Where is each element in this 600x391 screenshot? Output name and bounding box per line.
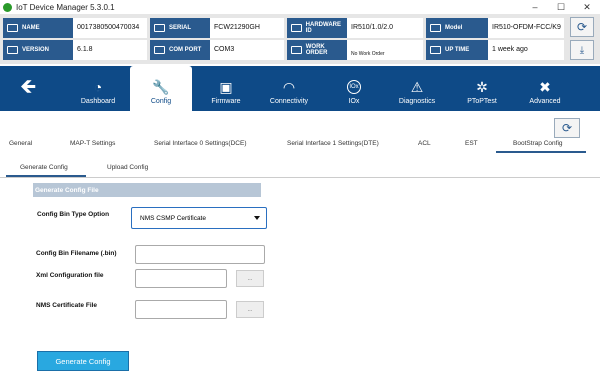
uptime-value: 1 week ago bbox=[488, 40, 564, 60]
filename-label: Config Bin Filename (.bin) bbox=[36, 250, 117, 257]
version-value: 6.1.8 bbox=[73, 40, 147, 60]
comport-label: COM PORT bbox=[150, 40, 210, 60]
chevron-down-icon bbox=[254, 216, 260, 220]
device-info-strip: NAME 0017380500470034 SERIAL FCW21290GH … bbox=[0, 14, 600, 64]
nav-diagnostics[interactable]: ⚠ Diagnostics bbox=[388, 66, 446, 111]
active-innertab-indicator bbox=[6, 175, 86, 177]
workorder-value: No Work Order bbox=[347, 40, 423, 60]
nms-file-input[interactable] bbox=[135, 300, 227, 319]
minimize-button[interactable]: – bbox=[522, 0, 548, 14]
nav-ptoptest[interactable]: ✲ PToPTest bbox=[454, 66, 510, 111]
nav-dashboard[interactable]: ◔ Dashboard bbox=[70, 66, 126, 111]
refresh-icon: ⟳ bbox=[561, 121, 573, 135]
nav-advanced[interactable]: ✖ Advanced bbox=[516, 66, 574, 111]
model-value: IR510-OFDM-FCC/K9 bbox=[488, 18, 564, 38]
tab-general[interactable]: General bbox=[9, 140, 32, 147]
refresh-config-button[interactable]: ⟳ bbox=[554, 118, 580, 138]
config-type-select[interactable]: NMS CSMP Certificate bbox=[131, 207, 267, 229]
config-type-value: NMS CSMP Certificate bbox=[140, 214, 206, 222]
close-button[interactable]: ✕ bbox=[574, 0, 600, 14]
back-arrow-icon: 🡸 bbox=[20, 76, 37, 98]
iox-icon: IOx bbox=[347, 80, 361, 94]
xml-browse-button[interactable]: ... bbox=[236, 270, 264, 287]
warning-icon: ⚠ bbox=[410, 79, 424, 95]
download-icon: ⤓ bbox=[579, 44, 585, 56]
download-button[interactable]: ⤓ bbox=[570, 40, 594, 60]
nms-label: NMS Certificate File bbox=[36, 302, 98, 309]
model-icon bbox=[430, 24, 441, 32]
xml-label: Xml Configuration file bbox=[36, 272, 104, 279]
nav-iox[interactable]: IOx IOx bbox=[326, 66, 382, 111]
workorder-icon bbox=[291, 46, 302, 54]
nav-config[interactable]: 🔧 Config bbox=[130, 66, 192, 111]
maximize-button[interactable]: ☐ bbox=[548, 0, 574, 14]
type-label: Config Bin Type Option bbox=[37, 211, 110, 218]
chip-icon: ▣ bbox=[219, 79, 233, 95]
generate-config-button[interactable]: Generate Config bbox=[37, 351, 129, 371]
tab-acl[interactable]: ACL bbox=[418, 140, 431, 147]
id-card-icon bbox=[7, 24, 18, 32]
network-icon: ✲ bbox=[476, 79, 488, 95]
comport-value: COM3 bbox=[210, 40, 284, 60]
wrench-icon: 🔧 bbox=[152, 79, 170, 95]
refresh-device-button[interactable]: ⟳ bbox=[570, 17, 594, 37]
nav-firmware[interactable]: ▣ Firmware bbox=[198, 66, 254, 111]
generate-config-panel: Generate Config File Config Bin Type Opt… bbox=[0, 179, 600, 391]
hardware-value: IR510/1.0/2.0 bbox=[347, 18, 423, 38]
model-label: Model bbox=[426, 18, 488, 38]
version-label: VERSION bbox=[3, 40, 73, 60]
hardware-icon bbox=[291, 24, 302, 32]
back-button[interactable]: 🡸 bbox=[20, 76, 46, 98]
wifi-icon: ◠ bbox=[282, 79, 296, 95]
workorder-label: WORK ORDER bbox=[287, 40, 347, 60]
tab-generate-config[interactable]: Generate Config bbox=[20, 164, 68, 171]
hardware-label: HARDWARE ID bbox=[287, 18, 347, 38]
tools-icon: ✖ bbox=[539, 79, 551, 95]
section-title: Generate Config File bbox=[33, 183, 261, 197]
refresh-icon: ⟳ bbox=[576, 20, 588, 34]
clock-icon bbox=[430, 46, 441, 54]
bootstrap-innertabs: Generate Config Upload Config bbox=[0, 156, 600, 178]
filename-input[interactable] bbox=[135, 245, 265, 264]
name-label: NAME bbox=[3, 18, 73, 38]
uptime-label: UP TIME bbox=[426, 40, 488, 60]
tab-upload-config[interactable]: Upload Config bbox=[107, 164, 148, 171]
tab-est[interactable]: EST bbox=[465, 140, 478, 147]
port-icon bbox=[154, 46, 165, 54]
active-tab-indicator bbox=[496, 151, 586, 153]
nms-browse-button[interactable]: ... bbox=[236, 301, 264, 318]
tab-serial-interface-0[interactable]: Serial Interface 0 Settings(DCE) bbox=[154, 140, 246, 147]
title-bar: IoT Device Manager 5.3.0.1 – ☐ ✕ bbox=[0, 0, 600, 14]
config-subtabs: General MAP-T Settings Serial Interface … bbox=[0, 136, 600, 154]
window-title: IoT Device Manager 5.3.0.1 bbox=[16, 2, 115, 12]
tab-map-t-settings[interactable]: MAP-T Settings bbox=[70, 140, 115, 147]
main-nav: 🡸 ◔ Dashboard 🔧 Config ▣ Firmware ◠ Connecti… bbox=[0, 66, 600, 111]
xml-file-input[interactable] bbox=[135, 269, 227, 288]
name-value: 0017380500470034 bbox=[73, 18, 147, 38]
tab-serial-interface-1[interactable]: Serial Interface 1 Settings(DTE) bbox=[287, 140, 379, 147]
tab-bootstrap-config[interactable]: BootStrap Config bbox=[513, 140, 563, 147]
serial-value: FCW21290GH bbox=[210, 18, 284, 38]
app-icon bbox=[3, 2, 12, 12]
version-icon bbox=[7, 46, 18, 54]
nav-connectivity[interactable]: ◠ Connectivity bbox=[260, 66, 318, 111]
serial-label: SERIAL bbox=[150, 18, 210, 38]
gauge-icon: ◔ bbox=[93, 79, 103, 95]
serial-icon bbox=[154, 24, 165, 32]
